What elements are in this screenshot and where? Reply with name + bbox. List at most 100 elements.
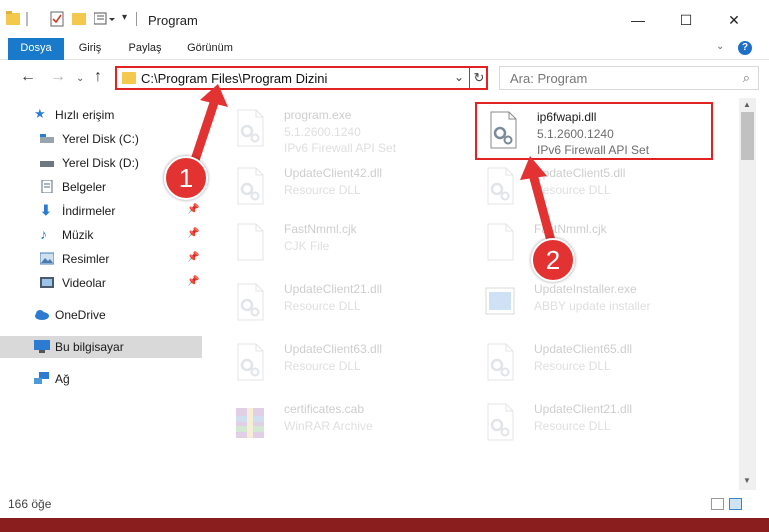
sidebar-item-music[interactable]: ♪ Müzik 📌 xyxy=(0,224,202,246)
sidebar-item-disk-c[interactable]: Yerel Disk (C:) xyxy=(0,128,202,150)
sidebar-item-label: Videolar xyxy=(62,276,106,290)
window-title: Program xyxy=(148,13,198,28)
dll-icon xyxy=(484,166,516,206)
address-bar[interactable]: C:\Program Files\Program Dizini ⌄ ↻ xyxy=(115,66,488,90)
file-icon xyxy=(484,222,516,262)
file-detail: CJK File xyxy=(284,239,330,253)
scroll-up-icon[interactable]: ▲ xyxy=(743,100,751,109)
tab-share[interactable]: Paylaş xyxy=(120,38,170,60)
file-name: FastNmml.cjk xyxy=(284,222,357,236)
maximize-icon: ☐ xyxy=(679,11,693,28)
file-name: UpdateClient42.dll xyxy=(284,166,383,180)
drive-icon xyxy=(40,156,54,169)
file-item[interactable]: UpdateClient42.dll Resource DLL xyxy=(224,160,464,216)
properties-icon[interactable] xyxy=(50,10,64,28)
file-name: UpdateInstaller.exe xyxy=(534,282,637,296)
star-icon: ★ xyxy=(34,106,46,121)
file-item[interactable]: certificates.cab WinRAR Archive xyxy=(224,396,464,452)
ribbon-tabs: Dosya Giriş Paylaş Görünüm ⌄ ? xyxy=(0,38,769,60)
pin-icon[interactable]: 📌 xyxy=(187,204,199,215)
sidebar-item-onedrive[interactable]: OneDrive xyxy=(0,304,202,326)
file-item[interactable]: ip6fwapi.dll 5.1.2600.1240 IPv6 Firewall A… xyxy=(475,102,713,160)
address-dropdown-chevron-icon[interactable]: ⌄ xyxy=(454,70,464,84)
vertical-scrollbar[interactable]: ▲ ▼ xyxy=(739,98,756,490)
callout-1: 1 xyxy=(164,156,208,200)
up-arrow-icon[interactable]: ↑ xyxy=(94,68,102,86)
details-view-icon[interactable] xyxy=(711,498,724,510)
sidebar-item-label: Müzik xyxy=(62,228,94,242)
chevron-down-icon[interactable]: ▾ xyxy=(122,12,132,30)
sidebar-item-videos[interactable]: Videolar 📌 xyxy=(0,272,202,294)
file-item[interactable]: UpdateInstaller.exe ABBY update installer xyxy=(474,276,714,332)
new-folder-icon[interactable] xyxy=(72,10,86,28)
archive-icon xyxy=(234,402,266,442)
close-icon: ✕ xyxy=(728,11,740,28)
file-item[interactable]: UpdateClient65.dll Resource DLL xyxy=(474,336,714,392)
help-icon[interactable]: ? xyxy=(738,41,752,55)
file-name: UpdateClient21.dll xyxy=(534,402,633,416)
back-arrow-icon[interactable]: ← xyxy=(20,68,36,86)
file-item[interactable]: FastNmml.cjk xyxy=(474,216,714,272)
download-icon: ⬇ xyxy=(40,202,52,218)
title-separator xyxy=(136,12,137,26)
tab-view[interactable]: Görünüm xyxy=(180,38,240,60)
minimize-button[interactable]: — xyxy=(618,6,658,34)
file-item[interactable]: UpdateClient63.dll Resource DLL xyxy=(224,336,464,392)
sidebar-item-this-pc[interactable]: Bu bilgisayar xyxy=(0,336,202,358)
exe-icon xyxy=(234,108,266,148)
file-name: UpdateClient5.dll xyxy=(534,166,626,180)
toolbar-separator xyxy=(26,12,28,26)
installer-icon xyxy=(484,282,516,322)
file-item[interactable]: UpdateClient21.dll Resource DLL xyxy=(474,396,714,452)
sidebar-item-label: OneDrive xyxy=(55,308,106,322)
scroll-down-icon[interactable]: ▼ xyxy=(743,476,751,485)
file-item[interactable]: program.exe 5.1.2600.1240 IPv6 Firewall AP… xyxy=(224,102,464,158)
address-path[interactable]: C:\Program Files\Program Dizini xyxy=(141,71,327,86)
file-name: UpdateClient63.dll xyxy=(284,342,383,356)
file-detail: Resource DLL xyxy=(534,183,611,197)
sidebar-item-label: Yerel Disk (D:) xyxy=(62,156,139,170)
file-icon xyxy=(234,222,266,262)
file-description: IPv6 Firewall API Set xyxy=(284,141,397,155)
sidebar-item-downloads[interactable]: ⬇ İndirmeler 📌 xyxy=(0,200,202,222)
chevron-down-icon[interactable]: ⌄ xyxy=(716,41,724,52)
search-placeholder: Ara: Program xyxy=(510,71,588,86)
file-name: UpdateClient21.dll xyxy=(284,282,383,296)
file-description: IPv6 Firewall API Set xyxy=(537,143,650,157)
tab-home[interactable]: Giriş xyxy=(70,38,110,60)
refresh-icon[interactable]: ↻ xyxy=(469,67,488,89)
file-detail: 5.1.2600.1240 xyxy=(537,127,614,141)
callout-2: 2 xyxy=(531,238,575,282)
sidebar-item-network[interactable]: Ağ xyxy=(0,368,202,390)
forward-arrow-icon[interactable]: → xyxy=(50,68,66,86)
title-bar: ▾ Program — ☐ ✕ xyxy=(0,0,769,38)
folder-icon xyxy=(6,10,20,28)
videos-icon xyxy=(40,276,54,289)
item-count: 166 öğe xyxy=(8,497,52,511)
scrollbar-thumb[interactable] xyxy=(741,112,754,160)
file-name: program.exe xyxy=(284,108,352,122)
pin-icon[interactable]: 📌 xyxy=(187,252,199,263)
dll-icon xyxy=(484,342,516,382)
large-icons-view-icon[interactable] xyxy=(729,498,742,510)
file-detail: 5.1.2600.1240 xyxy=(284,125,361,139)
drive-icon xyxy=(40,132,54,145)
pin-icon[interactable]: 📌 xyxy=(187,276,199,287)
tab-file[interactable]: Dosya xyxy=(8,38,64,60)
file-detail: Resource DLL xyxy=(534,419,611,433)
search-input[interactable]: Ara: Program ⌕ xyxy=(499,66,759,90)
sidebar-item-pictures[interactable]: Resimler 📌 xyxy=(0,248,202,270)
close-button[interactable]: ✕ xyxy=(714,6,754,34)
sidebar-item-quick-access[interactable]: ★ Hızlı erişim xyxy=(0,104,202,126)
pin-icon[interactable]: 📌 xyxy=(187,228,199,239)
file-item[interactable]: FastNmml.cjk CJK File xyxy=(224,216,464,272)
customize-toolbar-icon[interactable] xyxy=(93,10,118,28)
file-detail: Resource DLL xyxy=(534,359,611,373)
recent-locations-chevron-icon[interactable]: ⌄ xyxy=(76,73,84,84)
maximize-button[interactable]: ☐ xyxy=(666,6,706,34)
dll-icon xyxy=(234,282,266,322)
file-item[interactable]: UpdateClient5.dll Resource DLL xyxy=(474,160,714,216)
sidebar-item-label: Ağ xyxy=(55,372,70,386)
music-icon: ♪ xyxy=(40,226,47,242)
file-item[interactable]: UpdateClient21.dll Resource DLL xyxy=(224,276,464,332)
